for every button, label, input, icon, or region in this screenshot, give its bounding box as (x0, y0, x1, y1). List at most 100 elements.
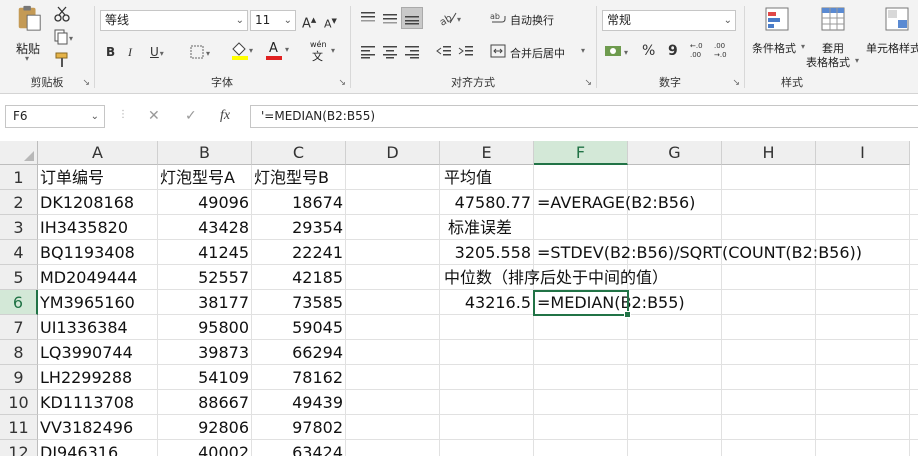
row-header-12[interactable]: 12 (0, 440, 38, 456)
formula-input[interactable]: '=MEDIAN(B2:B55) (250, 105, 918, 128)
row-header-1[interactable]: 1 (0, 165, 38, 190)
cell-c2[interactable]: 18674 (252, 190, 343, 215)
column-header-f[interactable]: F (534, 141, 628, 165)
cell-e5[interactable]: 中位数（排序后处于中间的值） (444, 265, 668, 290)
cell-a9[interactable]: LH2299288 (40, 365, 132, 390)
row-header-7[interactable]: 7 (0, 315, 38, 340)
decrease-decimal-button[interactable]: .00 →.0 (714, 42, 738, 60)
number-format-combo[interactable]: 常规 ⌄ (602, 10, 736, 31)
cell-a7[interactable]: UI1336384 (40, 315, 128, 340)
paste-button[interactable]: 粘贴 ▾ (8, 4, 48, 63)
font-size-combo[interactable]: 11 ⌄ (250, 10, 296, 31)
cell-b2[interactable]: 49096 (158, 190, 249, 215)
clipboard-launcher-icon[interactable]: ↘ (82, 78, 90, 88)
format-as-table-button[interactable]: 套用 表格格式 ▾ (804, 4, 864, 70)
cell-c9[interactable]: 78162 (252, 365, 343, 390)
cell-f4[interactable]: =STDEV(B2:B56)/SQRT(COUNT(B2:B56)) (537, 240, 862, 265)
row-header-2[interactable]: 2 (0, 190, 38, 215)
format-painter-icon[interactable] (54, 52, 70, 68)
column-header-e[interactable]: E (440, 141, 534, 165)
cell-c8[interactable]: 66294 (252, 340, 343, 365)
cell-c7[interactable]: 59045 (252, 315, 343, 340)
column-header-d[interactable]: D (346, 141, 440, 165)
phonetic-button[interactable]: wén 文 ▾ (308, 40, 342, 63)
insert-function-icon[interactable]: fx (220, 108, 230, 124)
cell-c12[interactable]: 63424 (252, 440, 343, 456)
increase-indent-icon[interactable] (458, 45, 474, 59)
currency-icon[interactable]: ▾ (604, 43, 632, 59)
column-header-g[interactable]: G (628, 141, 722, 165)
cell-e4[interactable]: 3205.558 (440, 240, 531, 265)
decrease-indent-icon[interactable] (436, 45, 452, 59)
merge-center-button[interactable]: 合并后居中 ▾ (488, 42, 592, 62)
select-all-button[interactable] (0, 141, 38, 165)
percent-button[interactable]: % (642, 44, 655, 58)
cell-c10[interactable]: 49439 (252, 390, 343, 415)
cell-e1[interactable]: 平均值 (444, 165, 492, 190)
row-header-10[interactable]: 10 (0, 390, 38, 415)
cell-b5[interactable]: 52557 (158, 265, 249, 290)
orientation-icon[interactable]: ab ▾ (438, 9, 464, 27)
cell-b9[interactable]: 54109 (158, 365, 249, 390)
wrap-text-button[interactable]: ab 自动换行 (488, 9, 588, 29)
cancel-icon[interactable]: ✕ (148, 108, 160, 124)
cell-a8[interactable]: LQ3990744 (40, 340, 133, 365)
column-header-c[interactable]: C (252, 141, 346, 165)
align-middle-icon[interactable] (382, 11, 398, 25)
align-bottom-button[interactable] (401, 7, 423, 29)
cell-b1[interactable]: 灯泡型号A (160, 165, 235, 190)
cell-styles-button[interactable]: 单元格样式 (866, 4, 918, 70)
column-header-a[interactable]: A (38, 141, 158, 165)
cell-a4[interactable]: BQ1193408 (40, 240, 135, 265)
fill-color-icon[interactable]: ▾ (230, 41, 256, 61)
cell-a5[interactable]: MD2049444 (40, 265, 137, 290)
cell-f2[interactable]: =AVERAGE(B2:B56) (537, 190, 695, 215)
cell-b11[interactable]: 92806 (158, 415, 249, 440)
row-header-3[interactable]: 3 (0, 215, 38, 240)
align-right-icon[interactable] (404, 45, 420, 59)
grow-font-button[interactable]: A▲ (302, 13, 316, 31)
font-launcher-icon[interactable]: ↘ (338, 78, 346, 88)
cell-b6[interactable]: 38177 (158, 290, 249, 315)
row-header-8[interactable]: 8 (0, 340, 38, 365)
align-center-icon[interactable] (382, 45, 398, 59)
cell-c1[interactable]: 灯泡型号B (254, 165, 329, 190)
cell-a1[interactable]: 订单编号 (40, 165, 104, 190)
row-header-5[interactable]: 5 (0, 265, 38, 290)
cell-e3[interactable]: 标准误差 (448, 215, 512, 240)
cell-b8[interactable]: 39873 (158, 340, 249, 365)
cell-c11[interactable]: 97802 (252, 415, 343, 440)
column-header-h[interactable]: H (722, 141, 816, 165)
row-header-9[interactable]: 9 (0, 365, 38, 390)
row-header-4[interactable]: 4 (0, 240, 38, 265)
cell-c4[interactable]: 22241 (252, 240, 343, 265)
font-color-button[interactable]: A ▾ (266, 41, 292, 61)
alignment-launcher-icon[interactable]: ↘ (584, 78, 592, 88)
comma-button[interactable]: 9 (668, 44, 678, 58)
cell-a2[interactable]: DK1208168 (40, 190, 134, 215)
cell-a12[interactable]: DJ946316 (40, 440, 118, 456)
column-header-b[interactable]: B (158, 141, 252, 165)
enter-icon[interactable]: ✓ (185, 108, 197, 124)
active-cell-selection[interactable] (533, 290, 631, 318)
align-top-icon[interactable] (360, 11, 376, 25)
bold-button[interactable]: B (106, 45, 115, 59)
borders-icon[interactable]: ▾ (190, 45, 214, 59)
cell-b7[interactable]: 95800 (158, 315, 249, 340)
cell-a6[interactable]: YM3965160 (40, 290, 135, 315)
underline-button[interactable]: U▾ (150, 45, 164, 61)
cell-a11[interactable]: VV3182496 (40, 415, 133, 440)
shrink-font-button[interactable]: A▼ (324, 14, 337, 32)
row-header-6[interactable]: 6 (0, 290, 38, 315)
cell-a3[interactable]: IH3435820 (40, 215, 128, 240)
cut-icon[interactable] (54, 6, 70, 22)
cell-b3[interactable]: 43428 (158, 215, 249, 240)
cell-e2[interactable]: 47580.77 (440, 190, 531, 215)
align-left-icon[interactable] (360, 45, 376, 59)
cell-c6[interactable]: 73585 (252, 290, 343, 315)
cell-c5[interactable]: 42185 (252, 265, 343, 290)
name-box[interactable]: F6 ⌄ (5, 105, 105, 128)
cell-b10[interactable]: 88667 (158, 390, 249, 415)
cell-a10[interactable]: KD1113708 (40, 390, 134, 415)
italic-button[interactable]: I (128, 45, 132, 59)
